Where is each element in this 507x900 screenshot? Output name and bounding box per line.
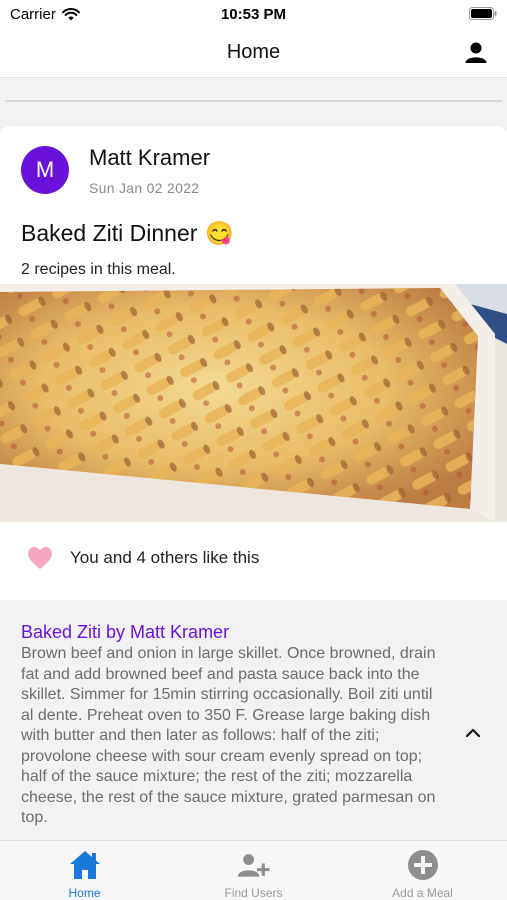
likes-row: You and 4 others like this	[0, 522, 507, 600]
likes-text: You and 4 others like this	[70, 548, 260, 567]
tab-home-label: Home	[68, 886, 101, 900]
meal-title-emoji: 😋	[205, 220, 235, 246]
avatar[interactable]: M	[21, 146, 69, 194]
add-circle-icon	[407, 850, 438, 880]
add-user-icon	[237, 854, 269, 877]
clock: 10:53 PM	[220, 6, 287, 23]
meal-photo[interactable]	[0, 284, 507, 522]
tab-bar: Home Find Users Add a Meal	[0, 840, 507, 900]
chevron-up-icon[interactable]	[464, 726, 482, 740]
recipe-details: Baked Ziti by Matt Kramer Brown beef and…	[0, 600, 507, 846]
meal-title: Baked Ziti Dinner 😋	[21, 220, 234, 247]
recipe-title[interactable]: Baked Ziti by Matt Kramer	[21, 622, 229, 643]
divider	[5, 100, 502, 102]
heart-icon[interactable]	[27, 546, 53, 570]
avatar-letter: M	[35, 157, 55, 182]
tab-home[interactable]: Home	[0, 841, 169, 900]
home-icon	[69, 851, 100, 879]
post-date: Sun Jan 02 2022	[89, 180, 200, 196]
tab-add-meal[interactable]: Add a Meal	[338, 841, 507, 900]
recipe-instructions: Brown beef and onion in large skillet. O…	[21, 645, 436, 826]
tab-add-meal-label: Add a Meal	[392, 886, 453, 900]
page-title: Home	[226, 41, 281, 63]
person-icon[interactable]	[463, 40, 489, 66]
status-bar: Carrier 10:53 PM	[0, 0, 507, 28]
tab-find-users[interactable]: Find Users	[169, 841, 338, 900]
author-name[interactable]: Matt Kramer	[89, 145, 210, 171]
tab-find-users-label: Find Users	[224, 886, 283, 900]
meal-photo-image	[0, 284, 507, 522]
navigation-bar: Home	[0, 28, 507, 78]
meal-post-card: M Matt Kramer Sun Jan 02 2022 Baked Ziti…	[0, 126, 507, 846]
recipe-count: 2 recipes in this meal.	[21, 261, 176, 278]
battery-icon	[469, 7, 497, 20]
meal-title-text: Baked Ziti Dinner	[21, 220, 198, 246]
